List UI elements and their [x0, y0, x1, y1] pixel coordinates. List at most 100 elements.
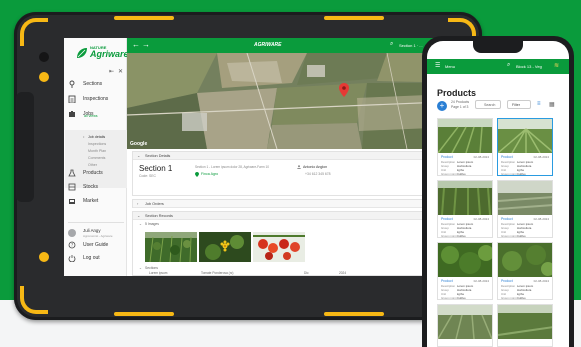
panel-header[interactable]: › Job Orders — [133, 200, 463, 208]
sidebar-item-user-guide[interactable]: ? User Guide — [66, 239, 126, 251]
bumper-strip — [114, 16, 174, 20]
camera — [39, 52, 49, 62]
pin-icon[interactable]: ⇤ — [109, 68, 114, 75]
chevron-down-icon[interactable]: ⌄ — [139, 266, 142, 270]
list-view-icon[interactable]: ≡ — [537, 101, 541, 107]
sidebar: NATURE Agriware ⇤ ✕ Sections Inspections… — [64, 38, 129, 276]
wifi-icon: ≋ — [554, 63, 560, 69]
add-product-button[interactable]: + — [437, 101, 447, 111]
sidebar-subitem-inspections[interactable]: Inspections — [88, 142, 106, 146]
sidebar-item-market[interactable]: Market — [66, 195, 126, 207]
filter-button[interactable]: Filter — [507, 100, 531, 109]
sidebar-item-label: Inspections — [83, 96, 109, 102]
user-name: Juli Angy — [83, 228, 101, 233]
field-value: Cultivo — [457, 172, 466, 176]
product-card[interactable]: Product 02-08-2024 Description Lorem ipsu… — [437, 180, 493, 238]
product-date: 02-08-2024 — [473, 155, 489, 159]
bumper-strip — [114, 312, 174, 316]
agriware-logo: NATURE Agriware — [76, 45, 129, 63]
close-icon[interactable]: ✕ — [118, 68, 123, 75]
forward-arrow-icon[interactable]: → — [142, 40, 150, 49]
sidebar-subitem-month-plan[interactable]: Month Plan — [88, 149, 106, 153]
field-label: Group mgmt — [441, 296, 457, 300]
section-code: Code: SEC — [139, 174, 156, 178]
sidebar-subitem-job-details[interactable]: Job details — [88, 135, 105, 139]
product-card[interactable]: Product 02-08-2024 Description Lorem ipsu… — [437, 118, 493, 176]
field-value: Cultivo — [517, 234, 526, 238]
chevron-down-icon[interactable]: ⌄ — [139, 222, 142, 226]
scan-button[interactable] — [39, 252, 49, 262]
hamburger-menu-icon[interactable]: ☰ — [435, 62, 440, 69]
product-name: Product — [441, 279, 453, 283]
sidebar-item-inspections[interactable]: Inspections — [66, 93, 126, 105]
map-pin-icon[interactable] — [339, 83, 349, 97]
product-card[interactable]: Product 02-08-2024 Description Lorem ipsu… — [497, 242, 553, 300]
jobs-sublabel: all views — [84, 114, 98, 118]
divider — [68, 222, 124, 223]
section-selector[interactable]: Section 1 · ... — [399, 43, 423, 48]
leaf-logo-icon — [77, 48, 87, 58]
back-arrow-icon[interactable]: ← — [132, 40, 140, 49]
pagination-label: Page 1 of 3 — [451, 105, 469, 109]
product-name: Product — [441, 217, 453, 221]
satellite-map[interactable]: Google — [127, 53, 468, 149]
stocks-icon — [68, 183, 76, 191]
phone-notch — [473, 41, 523, 53]
product-image — [498, 305, 552, 339]
sidebar-item-label: Stocks — [83, 184, 99, 190]
filter-label: Filter — [512, 103, 520, 107]
sidebar-item-stocks[interactable]: Stocks — [66, 181, 126, 193]
sidebar-item-sections[interactable]: Sections — [66, 78, 126, 90]
side-grip — [16, 92, 34, 202]
section-details-panel: ⌄ Section Details Section 1 Code: SEC Se… — [132, 151, 464, 196]
record-photo[interactable] — [145, 232, 197, 262]
product-card[interactable] — [437, 304, 493, 347]
phone-device: ☰ Menu ⌕ Block 13 - Veg ≋ Products + 24 … — [422, 36, 574, 347]
scan-button[interactable] — [39, 72, 49, 82]
product-card[interactable] — [497, 304, 553, 347]
search-icon[interactable]: ⌕ — [390, 41, 393, 48]
tomato-flower-photo — [199, 232, 251, 262]
product-name: Product — [501, 279, 513, 283]
sidebar-item-label: Log out — [83, 255, 100, 261]
chevron-right-icon: › — [137, 201, 139, 206]
panel-title: Section Records — [145, 214, 173, 218]
panel-header[interactable]: ⌄ Section Details — [133, 152, 463, 160]
user-role: Agronomist - Agriware — [83, 234, 113, 238]
job-orders-panel[interactable]: › Job Orders — [132, 199, 464, 208]
sidebar-subitem-comments[interactable]: Comments — [88, 156, 105, 160]
product-card[interactable]: Product 02-08-2024 Description Lorem ipsu… — [497, 180, 553, 238]
field-label: Group mgmt — [501, 234, 517, 238]
app-title: AGRIWARE — [254, 42, 282, 48]
panel-header[interactable]: ⌄ Section Records — [133, 212, 463, 220]
table-row[interactable]: Lorem ipsum Tomate Ponderosa (rc) Dic 20… — [139, 271, 459, 276]
product-card[interactable]: Product 02-08-2024 Description Lorem ipsu… — [437, 242, 493, 300]
section-address: Section 1 - Lorem ipsum dolor 28, Agriwa… — [195, 165, 270, 169]
avatar[interactable] — [68, 229, 76, 237]
record-photo[interactable] — [253, 232, 305, 262]
sidebar-item-logout[interactable]: Log out — [66, 252, 126, 264]
search-icon[interactable]: ⌕ — [507, 62, 510, 69]
sidebar-item-products[interactable]: Products — [66, 167, 126, 179]
field-label: Group mgmt — [441, 172, 457, 176]
product-image — [438, 119, 492, 153]
panel-title: Job Orders — [145, 202, 164, 206]
phone-screen: ☰ Menu ⌕ Block 13 - Veg ≋ Products + 24 … — [427, 41, 569, 347]
person-icon — [297, 165, 301, 169]
bumper-corner — [20, 18, 48, 46]
plant-photo — [145, 232, 197, 262]
sidebar-item-label: Sections — [83, 81, 103, 87]
section-selector[interactable]: Block 13 - Veg — [516, 64, 542, 69]
chevron-down-icon: ⌄ — [137, 213, 141, 218]
product-card[interactable]: Product 02-08-2024 Description Lorem ipsu… — [497, 118, 553, 176]
product-image — [438, 305, 492, 339]
bumper-strip — [324, 16, 384, 20]
section-farm[interactable]: Finca Agro — [201, 172, 218, 176]
record-photo[interactable] — [199, 232, 251, 262]
section-phone: +34 612 345 678 — [305, 172, 331, 176]
search-input[interactable]: Search — [475, 100, 501, 109]
grid-view-icon[interactable]: ▦ — [549, 101, 555, 108]
menu-label[interactable]: Menu — [445, 64, 455, 69]
help-icon: ? — [68, 241, 76, 249]
map-imagery — [127, 53, 468, 149]
